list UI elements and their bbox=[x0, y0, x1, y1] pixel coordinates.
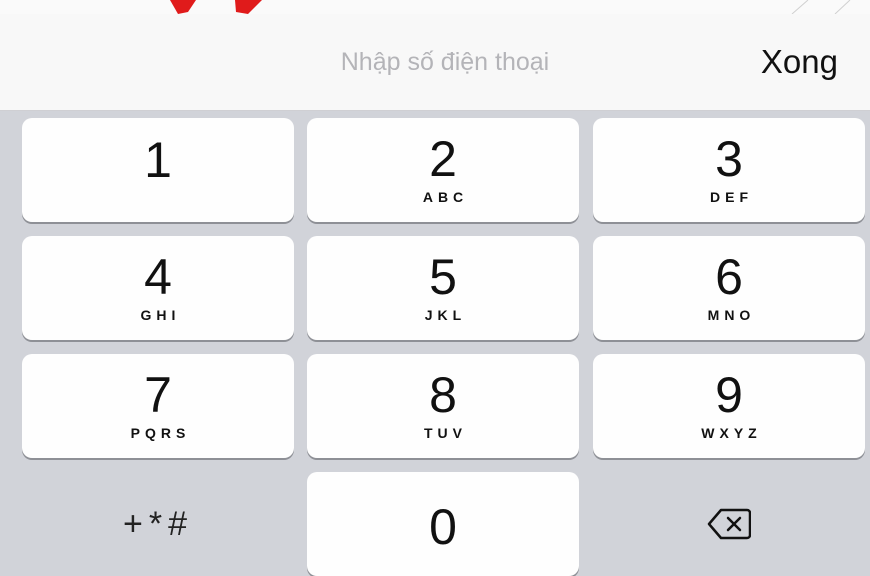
key-8[interactable]: 8 TUV bbox=[307, 354, 579, 458]
key-2[interactable]: 2 ABC bbox=[307, 118, 579, 222]
key-digit: 8 bbox=[429, 367, 457, 423]
phone-number-placeholder: Nhập số điện thoại bbox=[340, 47, 550, 76]
key-digit: 7 bbox=[144, 367, 172, 423]
key-digit: 1 bbox=[144, 132, 172, 188]
key-3[interactable]: 3 DEF bbox=[593, 118, 865, 222]
delete-key[interactable] bbox=[593, 472, 865, 576]
key-5[interactable]: 5 JKL bbox=[307, 236, 579, 340]
key-digit: 3 bbox=[715, 131, 743, 187]
key-digit: 0 bbox=[429, 499, 457, 555]
key-digit: 9 bbox=[715, 367, 743, 423]
done-button[interactable]: Xong bbox=[761, 14, 838, 110]
key-letters: TUV bbox=[424, 425, 467, 441]
key-letters: MNO bbox=[707, 307, 756, 323]
top-strip bbox=[0, 0, 870, 14]
key-1[interactable]: 1 bbox=[22, 118, 294, 222]
key-digit: 6 bbox=[715, 249, 743, 305]
key-digit: 4 bbox=[144, 249, 172, 305]
annotation-arrow-icon bbox=[170, 0, 851, 14]
key-digit: 2 bbox=[429, 131, 457, 187]
keyboard-toolbar: Nhập số điện thoại Xong bbox=[0, 14, 870, 111]
key-6[interactable]: 6 MNO bbox=[593, 236, 865, 340]
key-0[interactable]: 0 bbox=[307, 472, 579, 576]
key-digit: 5 bbox=[429, 249, 457, 305]
key-7[interactable]: 7 PQRS bbox=[22, 354, 294, 458]
symbols-key[interactable]: +*# bbox=[22, 472, 294, 576]
key-letters: ABC bbox=[422, 189, 469, 205]
key-letters: WXYZ bbox=[701, 425, 762, 441]
key-letters: DEF bbox=[710, 189, 753, 205]
key-4[interactable]: 4 GHI bbox=[22, 236, 294, 340]
numeric-keypad: 1 2 ABC 3 DEF 4 GHI 5 JKL 6 MNO 7 PQRS 8… bbox=[0, 111, 870, 576]
key-letters: PQRS bbox=[130, 425, 191, 441]
key-letters: GHI bbox=[140, 307, 181, 323]
key-letters: JKL bbox=[424, 307, 467, 323]
backspace-icon bbox=[707, 508, 751, 540]
symbols-label: +*# bbox=[123, 504, 193, 543]
key-9[interactable]: 9 WXYZ bbox=[593, 354, 865, 458]
